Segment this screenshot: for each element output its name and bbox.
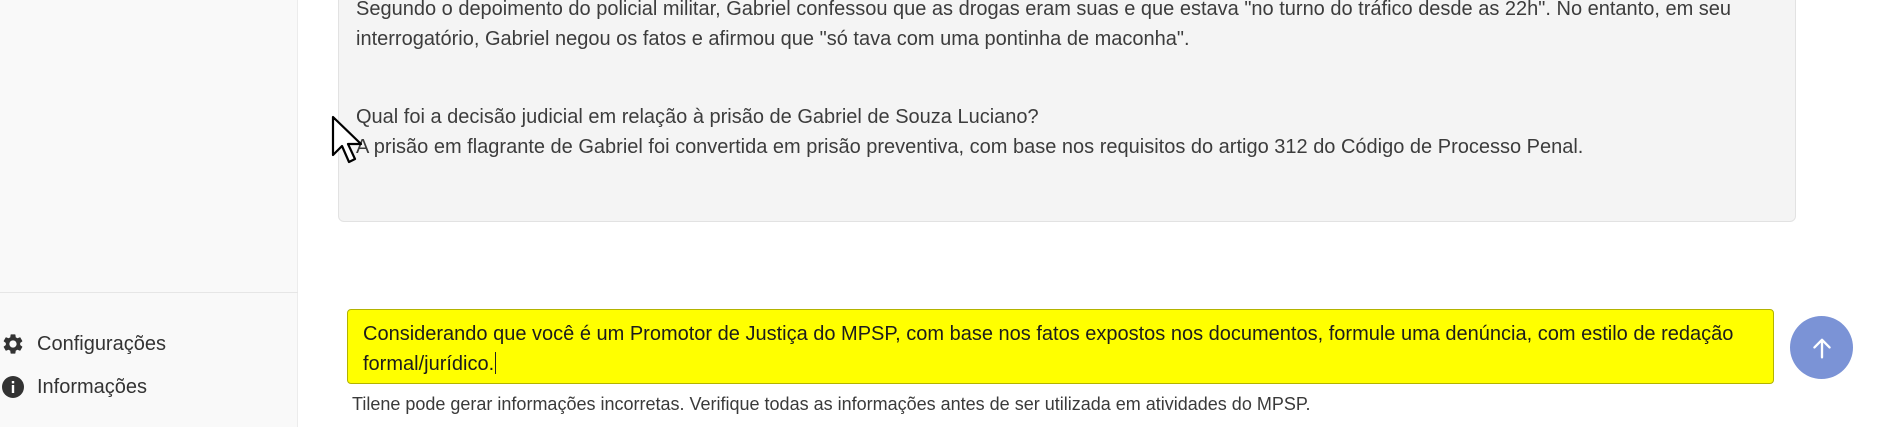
sidebar: Configurações Informações [0, 0, 298, 427]
send-button[interactable] [1790, 316, 1853, 379]
gear-icon [0, 331, 26, 357]
sidebar-item-configuracoes[interactable]: Configurações [0, 330, 166, 358]
answer-text: A prisão em flagrante de Gabriel foi con… [356, 136, 1584, 158]
mouse-cursor-icon [331, 115, 363, 164]
message-line: Segundo o depoimento do policial militar… [356, 0, 1732, 20]
prompt-line-last: formal/jurídico. [363, 349, 1763, 379]
prompt-line: formal/jurídico. [363, 353, 495, 375]
text-caret [495, 352, 497, 374]
sidebar-item-label: Configurações [37, 332, 166, 355]
sidebar-item-informacoes[interactable]: Informações [0, 373, 147, 401]
arrow-up-icon [1812, 338, 1831, 358]
prompt-input-text[interactable]: Considerando que você é um Promotor de J… [363, 319, 1763, 379]
info-icon [0, 374, 26, 400]
sidebar-divider [0, 292, 298, 293]
qa-block: Qual foi a decisão judicial em relação à… [356, 102, 1583, 162]
question-text: Qual foi a decisão judicial em relação à… [356, 106, 1039, 128]
message-paragraph: Segundo o depoimento do policial militar… [356, 0, 1731, 54]
prompt-input[interactable]: Considerando que você é um Promotor de J… [347, 309, 1774, 384]
prompt-line: Considerando que você é um Promotor de J… [363, 323, 1734, 345]
disclaimer-text: Tilene pode gerar informações incorretas… [352, 394, 1311, 414]
sidebar-item-label: Informações [37, 375, 148, 398]
message-line: interrogatório, Gabriel negou os fatos e… [356, 28, 1190, 50]
